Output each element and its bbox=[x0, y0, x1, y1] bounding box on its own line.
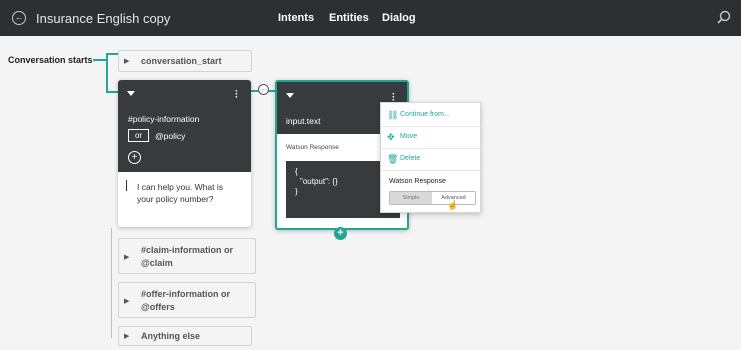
top-bar: ← Insurance English copy Intents Entitie… bbox=[0, 0, 741, 36]
move-icon: ✥ bbox=[387, 132, 395, 142]
menu-item-move[interactable]: ✥ Move bbox=[381, 127, 481, 149]
menu-section-label: Watson Response bbox=[389, 178, 446, 185]
node-title[interactable]: input.text bbox=[286, 116, 321, 126]
expand-caret-icon[interactable]: ▶ bbox=[124, 57, 129, 65]
tab-dialog[interactable]: Dialog bbox=[382, 12, 416, 24]
add-condition-icon[interactable]: + bbox=[128, 151, 141, 164]
response-text[interactable]: I can help you. What is your policy numb… bbox=[137, 181, 232, 205]
node-conversation-start[interactable]: ▶ conversation_start bbox=[118, 50, 252, 72]
back-arrow-icon[interactable]: ← bbox=[12, 11, 26, 25]
node-label-line1: #claim-information or bbox=[141, 245, 234, 255]
comment-icon[interactable]: … bbox=[258, 84, 269, 95]
link-icon: ⛓ bbox=[387, 110, 399, 120]
code-line: "output": {} bbox=[300, 177, 338, 186]
node-label-line2: @claim bbox=[141, 258, 173, 268]
expand-caret-icon[interactable]: ▶ bbox=[124, 253, 129, 261]
node-label: conversation_start bbox=[141, 56, 222, 66]
menu-item-label: Move bbox=[400, 133, 418, 140]
node-header: · · · #policy-information or @policy + bbox=[118, 80, 251, 172]
toggle-simple[interactable]: Simple bbox=[390, 192, 432, 204]
kebab-menu-icon[interactable]: · · · bbox=[235, 87, 239, 103]
node-offer-information[interactable]: ▶ #offer-information or @offers bbox=[118, 282, 256, 318]
conversation-starts-label: Conversation starts bbox=[8, 55, 93, 65]
tab-entities[interactable]: Entities bbox=[329, 12, 369, 24]
code-line: { bbox=[295, 167, 298, 176]
connector-line bbox=[106, 53, 118, 55]
connector-line bbox=[106, 91, 118, 93]
condition-operator[interactable]: or bbox=[128, 129, 149, 142]
node-anything-else[interactable]: ▶ Anything else bbox=[118, 326, 252, 346]
node-context-menu: · · · ⛓ Continue from... ✥ Move 🗑 Delete W… bbox=[380, 90, 481, 213]
kebab-menu-icon[interactable]: · · · bbox=[392, 90, 396, 106]
condition-entity[interactable]: @policy bbox=[155, 131, 185, 141]
trash-icon: 🗑 bbox=[387, 154, 399, 164]
code-line: } bbox=[295, 187, 298, 196]
tree-line bbox=[111, 228, 112, 338]
collapse-caret-icon[interactable] bbox=[286, 93, 294, 98]
mouse-cursor-icon: ☝ bbox=[447, 200, 459, 210]
node-policy-information[interactable]: · · · #policy-information or @policy + I c… bbox=[118, 80, 251, 227]
expand-caret-icon[interactable]: ▶ bbox=[124, 297, 129, 305]
connector-line bbox=[106, 53, 108, 93]
expand-caret-icon[interactable]: ▶ bbox=[124, 332, 129, 340]
menu-item-delete[interactable]: 🗑 Delete bbox=[381, 149, 481, 171]
text-cursor bbox=[126, 180, 127, 191]
try-it-icon[interactable] bbox=[717, 10, 731, 24]
connector-line bbox=[93, 59, 106, 61]
menu-item-continue-from[interactable]: ⛓ Continue from... bbox=[381, 105, 481, 127]
node-label-line1: #offer-information or bbox=[141, 289, 230, 299]
menu-item-label: Continue from... bbox=[400, 111, 450, 118]
node-label: Anything else bbox=[141, 331, 201, 341]
menu-item-label: Delete bbox=[400, 155, 421, 162]
condition-intent[interactable]: #policy-information bbox=[128, 114, 199, 124]
collapse-caret-icon[interactable] bbox=[127, 91, 135, 96]
add-node-icon[interactable]: + bbox=[334, 227, 347, 240]
workspace-title: Insurance English copy bbox=[36, 11, 171, 26]
response-label: Watson Response bbox=[286, 144, 339, 151]
dialog-canvas: Conversation starts ▶ conversation_start… bbox=[0, 36, 741, 350]
node-claim-information[interactable]: ▶ #claim-information or @claim bbox=[118, 238, 256, 274]
response-mode-toggle: Simple Advanced bbox=[389, 191, 476, 205]
tab-intents[interactable]: Intents bbox=[278, 12, 314, 24]
node-label-line2: @offers bbox=[141, 302, 175, 312]
